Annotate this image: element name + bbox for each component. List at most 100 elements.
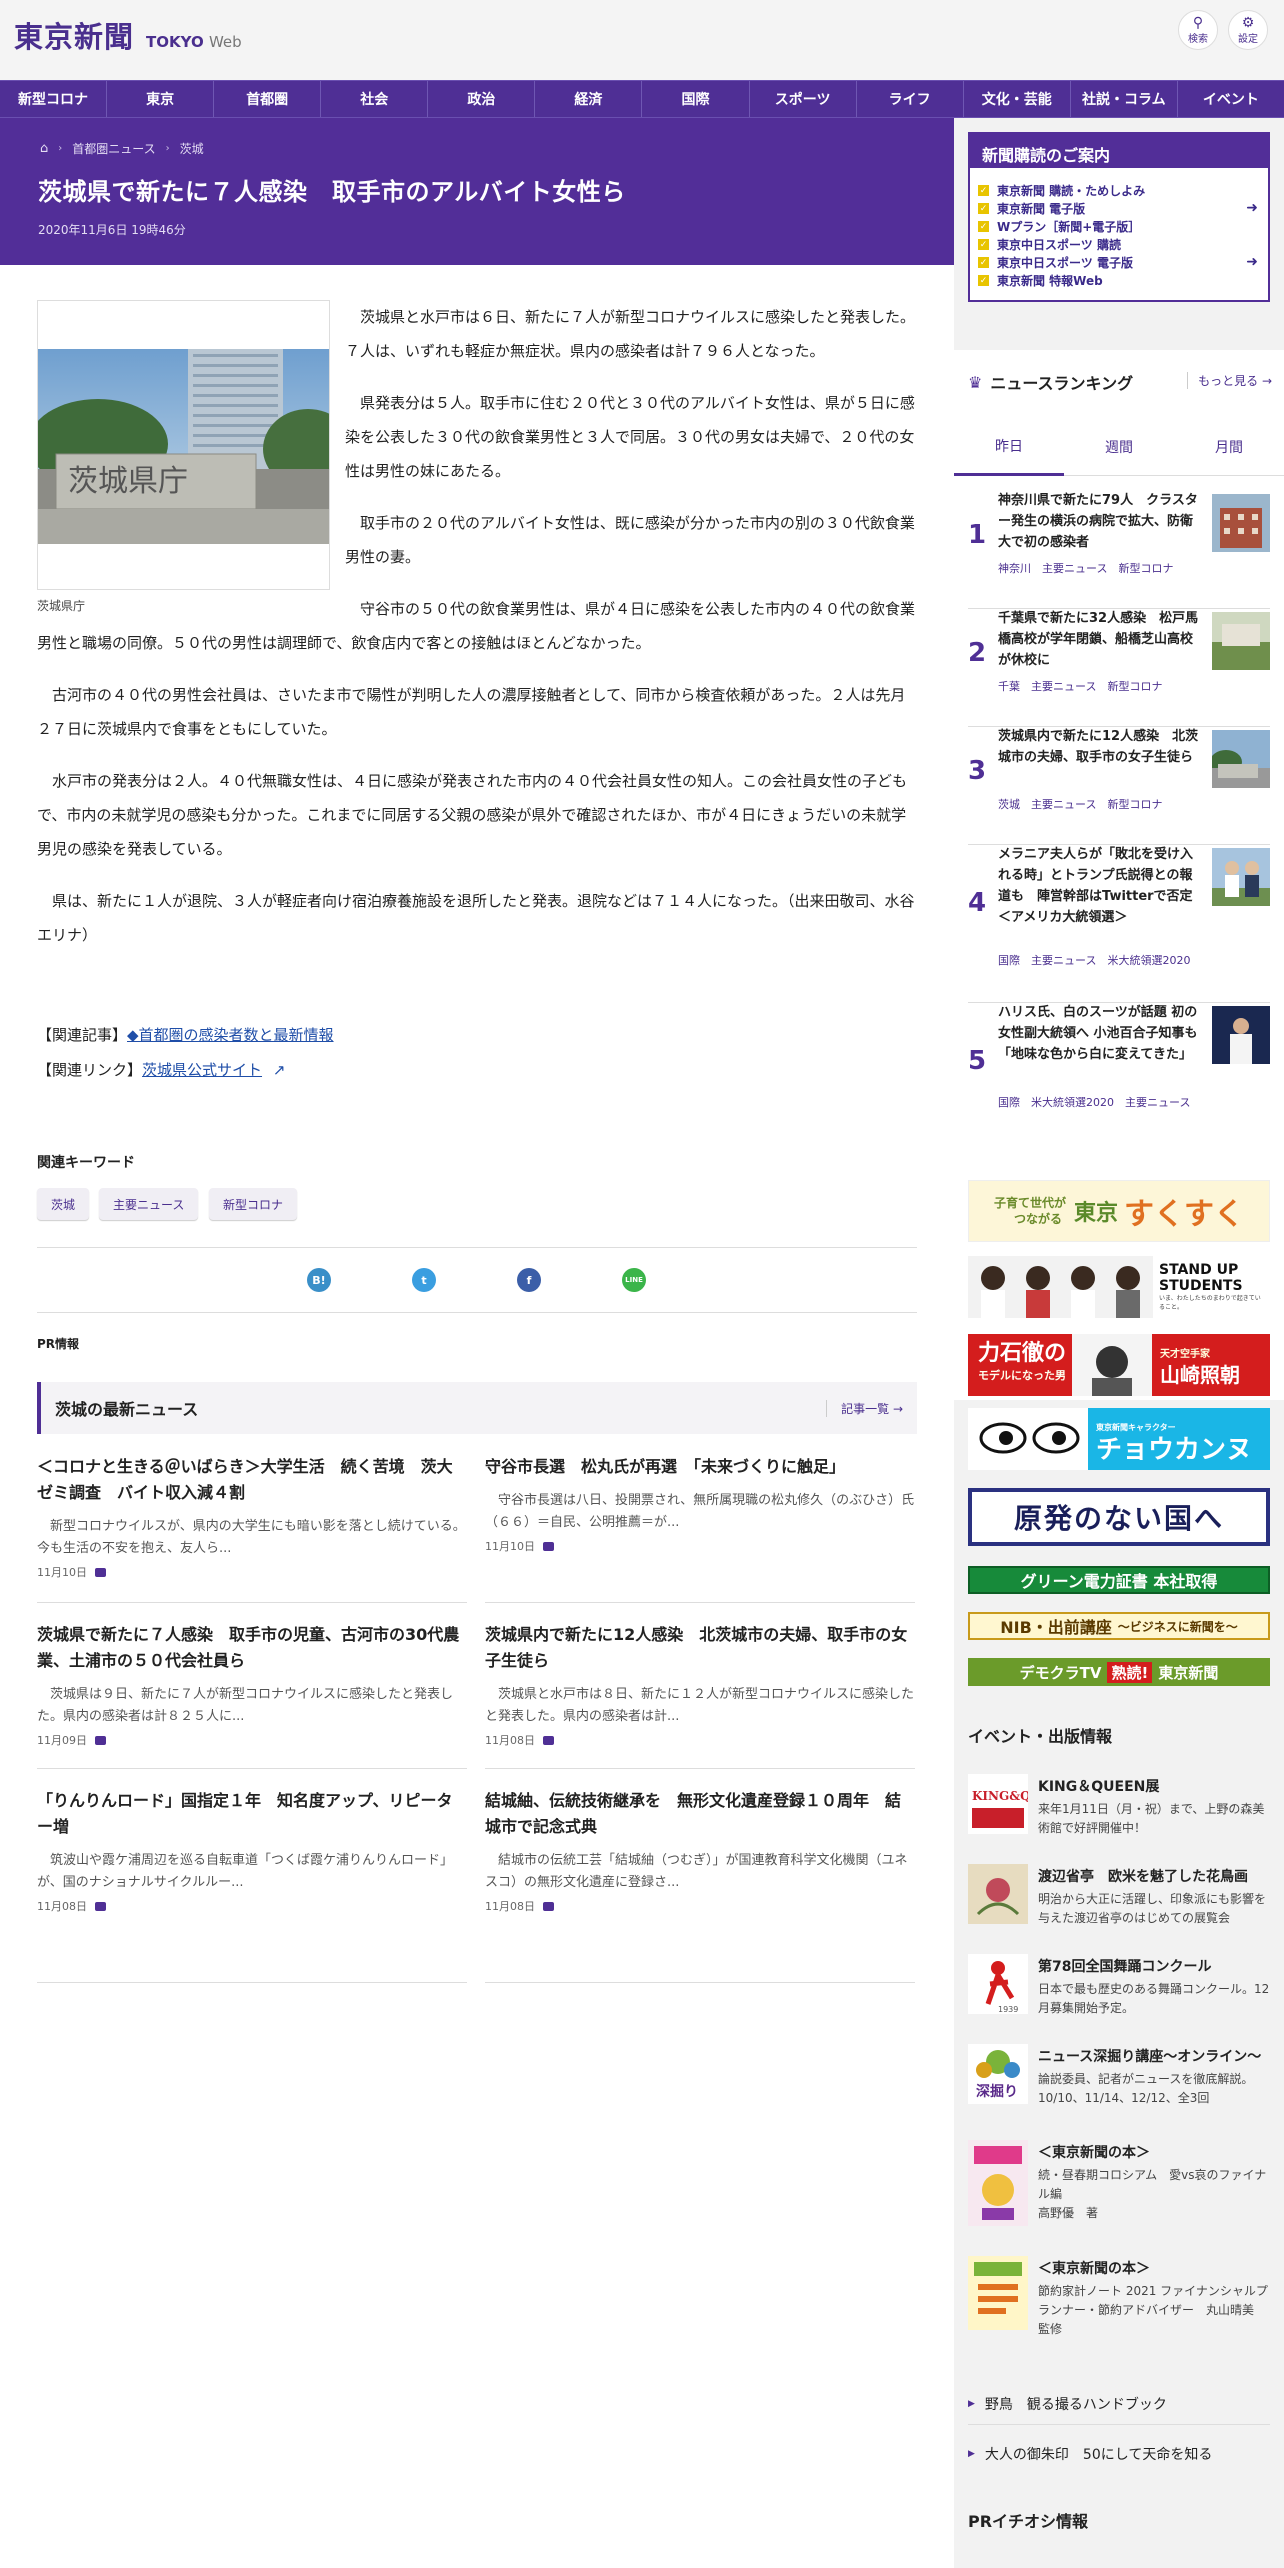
search-button[interactable]: ⚲ 検索 [1178, 10, 1218, 50]
nav-item-politics[interactable]: 政治 [428, 81, 536, 117]
pr-label: PR情報 [37, 1337, 80, 1351]
nav-item-society[interactable]: 社会 [321, 81, 429, 117]
banner-chokantei[interactable]: 東京新聞キャラクター チョウカンヌ [968, 1408, 1270, 1470]
event-item[interactable]: 1939 第78回全国舞踊コンクール 日本で最も歴史のある舞踊コンクール。12月… [968, 1954, 1270, 2034]
keyword-tag[interactable]: 茨城 [37, 1188, 90, 1220]
hatena-bookmark-icon[interactable]: B! [307, 1268, 331, 1292]
check-icon: ✓ [978, 203, 989, 214]
news-card[interactable]: 結城紬、伝統技術継承を 無形文化遺産登録１０周年 結城市で記念式典 結城市の伝統… [485, 1788, 915, 1914]
divider [485, 1768, 915, 1769]
article-date: 2020年11月6日 19時46分 [38, 223, 186, 237]
line-icon[interactable]: LINE [622, 1268, 646, 1292]
nav-item-economy[interactable]: 経済 [535, 81, 643, 117]
event-title: 第78回全国舞踊コンクール [1038, 1959, 1212, 1975]
tab-weekly[interactable]: 週間 [1064, 418, 1174, 476]
external-link-icon: ↗ [272, 1061, 286, 1079]
logo-sub: TOKYO Web [146, 33, 242, 51]
related-article-link[interactable]: ◆首都圏の感染者数と最新情報 [127, 1026, 334, 1044]
banner-green-power[interactable]: グリーン電力証書 本社取得 [968, 1566, 1270, 1594]
nav-item-life[interactable]: ライフ [857, 81, 964, 117]
banner-standup-students[interactable]: STAND UP STUDENTS いま、わたしたちのまわりで起きていること。 [968, 1256, 1270, 1318]
event-title: KING＆QUEEN展 [1038, 1779, 1160, 1795]
check-icon: ✓ [978, 185, 989, 196]
ranking-item-tags: 千葉 主要ニュース 新型コロナ [998, 680, 1163, 693]
nav-item-covid[interactable]: 新型コロナ [0, 81, 108, 117]
ranking-more-link[interactable]: もっと見る → [1187, 372, 1272, 389]
ranking-item[interactable]: 2 千葉県で新たに32人感染 松戸馬橋高校が学年閉鎖、船橋芝山高校が休校に 千葉… [968, 608, 1270, 718]
tab-monthly[interactable]: 月間 [1174, 418, 1284, 476]
event-summary: 論説委員、記者がニュースを徹底解説。10/10、11/14、12/12、全3回 [1038, 2072, 1254, 2105]
ranking-thumbnail [1212, 612, 1270, 670]
news-card[interactable]: 「りんりんロード」国指定１年 知名度アップ、リピーター増 筑波山や霞ケ浦周辺を巡… [37, 1788, 467, 1914]
keyword-tag[interactable]: 主要ニュース [99, 1188, 199, 1220]
banner-rikishi[interactable]: 力石徹の モデルになった男 天才空手家 山崎照朝 [968, 1334, 1270, 1396]
news-card[interactable]: ＜コロナと生きる＠いばらき＞大学生活 続く苦境 茨大ゼミ調査 バイト収入減４割 … [37, 1454, 467, 1580]
settings-button[interactable]: ⚙ 設定 [1228, 10, 1268, 50]
banner-genpatsu[interactable]: 原発のない国へ [968, 1488, 1270, 1546]
site-logo[interactable]: 東京新聞 TOKYO Web [14, 14, 242, 56]
ranking-item[interactable]: 5 ハリス氏、白のスーツが話題 初の女性副大統領へ 小池百合子知事も「地味な色か… [968, 1002, 1270, 1142]
camera-icon [543, 1735, 554, 1745]
event-item[interactable]: ＜東京新聞の本＞ 続・昼春期コロシアム 愛vs哀のファイナル編 高野優 著 [968, 2140, 1270, 2226]
article-list-link[interactable]: 記事一覧 → [826, 1399, 903, 1417]
event-item[interactable]: 渡辺省亭 欧米を魅了した花鳥画 明治から大正に活躍し、印象派にも影響を与えた渡辺… [968, 1864, 1270, 1944]
facebook-icon[interactable]: f [517, 1268, 541, 1292]
subscribe-link[interactable]: ✓ 東京中日スポーツ 購読 [978, 236, 1121, 253]
ranking-title: ♛ ニュースランキング [968, 372, 1134, 394]
news-card[interactable]: 茨城県内で新たに12人感染 北茨城市の夫婦、取手市の女子生徒ら 茨城県と水戸市は… [485, 1622, 915, 1748]
side-link[interactable]: ▶ 大人の御朱印 50にして天命を知る [968, 2444, 1212, 2464]
ranking-thumbnail [1212, 848, 1270, 906]
ranking-item[interactable]: 1 神奈川県で新たに79人 クラスター発生の横浜の病院で拡大、防衛大で初の感染者… [968, 490, 1270, 600]
ranking-item-tags: 神奈川 主要ニュース 新型コロナ [998, 562, 1174, 575]
ranking-thumbnail [1212, 1006, 1270, 1064]
nav-item-sports[interactable]: スポーツ [750, 81, 857, 117]
divider [485, 1982, 915, 1983]
banner-democra-tv[interactable]: デモクラTV 熟読! 東京新聞 [968, 1658, 1270, 1686]
nav-item-tokyo[interactable]: 東京 [107, 81, 215, 117]
triangle-right-icon: ▶ [968, 2449, 975, 2459]
article-paragraph: 水戸市の発表分は２人。４０代無職女性は、４日に感染が発表された市内の４０代会社員… [37, 772, 908, 858]
news-card-title: 茨城県で新たに７人感染 取手市の児童、古河市の30代農業、土浦市の５０代会社員ら [37, 1625, 460, 1670]
tab-yesterday[interactable]: 昨日 [954, 418, 1064, 476]
side-link[interactable]: ▶ 野鳥 観る撮るハンドブック [968, 2394, 1167, 2414]
article-photo[interactable]: 茨城県庁 [37, 300, 330, 590]
subscribe-link[interactable]: ✓ 東京中日スポーツ 電子版 [978, 254, 1133, 271]
nav-item-event[interactable]: イベント [1178, 81, 1284, 117]
camera-icon [543, 1901, 554, 1911]
ranking-item[interactable]: 3 茨城県内で新たに12人感染 北茨城市の夫婦、取手市の女子生徒ら 茨城 主要ニ… [968, 726, 1270, 836]
event-summary: 節約家計ノート 2021 ファイナンシャルプランナー・節約アドバイザー 丸山晴美… [1038, 2284, 1268, 2336]
breadcrumb-item-metro[interactable]: 首都圏ニュース [72, 140, 155, 157]
subscribe-link[interactable]: ✓ 東京新聞 電子版 [978, 200, 1085, 217]
nav-item-culture[interactable]: 文化・芸能 [964, 81, 1071, 117]
camera-icon [95, 1567, 106, 1577]
ranking-item[interactable]: 4 メラニア夫人らが「敗北を受け入れる時」とトランプ氏説得との報道も 陣営幹部は… [968, 844, 1270, 994]
subscribe-link[interactable]: ✓ 東京新聞 購読・ためしよみ [978, 182, 1145, 199]
related-site-link[interactable]: 茨城県公式サイト [142, 1061, 262, 1079]
nav-item-world[interactable]: 国際 [642, 81, 750, 117]
login-arrow-icon[interactable]: ➜ [1246, 200, 1258, 216]
event-item[interactable]: ＜東京新聞の本＞ 節約家計ノート 2021 ファイナンシャルプランナー・節約アド… [968, 2256, 1270, 2336]
article-paragraph: 古河市の４０代の男性会社員は、さいたま市で陽性が判明した人の濃厚接触者として、同… [37, 686, 906, 738]
banner-sukusuku[interactable]: 子育て世代が つながる 東京 すくすく [968, 1180, 1270, 1242]
nav-item-editorial[interactable]: 社説・コラム [1071, 81, 1178, 117]
login-arrow-icon[interactable]: ➜ [1246, 254, 1258, 270]
event-item[interactable]: 深掘り ニュース深掘り講座～オンライン～ 論説委員、記者がニュースを徹底解説。1… [968, 2044, 1270, 2124]
divider [37, 1312, 917, 1313]
banner-sukusuku-sub: 子育て世代が つながる [993, 1196, 1066, 1226]
event-summary: 続・昼春期コロシアム 愛vs哀のファイナル編 高野優 著 [1038, 2168, 1267, 2220]
breadcrumb-item-ibaraki[interactable]: 茨城 [180, 140, 204, 157]
search-icon: ⚲ [1192, 14, 1204, 31]
divider [37, 1768, 467, 1769]
subscribe-link[interactable]: ✓ 東京新聞 特報Web [978, 272, 1103, 289]
ranking-item-title: 千葉県で新たに32人感染 松戸馬橋高校が学年閉鎖、船橋芝山高校が休校に [998, 611, 1199, 668]
news-card[interactable]: 守谷市長選 松丸氏が再選 「未来づくりに触足」 守谷市長選は八日、投開票され、無… [485, 1454, 915, 1554]
twitter-icon[interactable]: t [412, 1268, 436, 1292]
banner-standup-photo [968, 1256, 1153, 1318]
home-icon[interactable]: ⌂ [40, 141, 48, 156]
subscribe-link[interactable]: ✓ Wプラン［新聞+電子版］ [978, 218, 1140, 235]
nav-item-metro[interactable]: 首都圏 [214, 81, 322, 117]
event-item[interactable]: KING&QUEEN KING＆QUEEN展 来年1月11日（月・祝）まで、上野… [968, 1774, 1270, 1854]
news-card[interactable]: 茨城県で新たに７人感染 取手市の児童、古河市の30代農業、土浦市の５０代会社員ら… [37, 1622, 467, 1748]
banner-nib[interactable]: NIB・出前講座 〜ビジネスに新聞を〜 [968, 1612, 1270, 1640]
keyword-tag[interactable]: 新型コロナ [209, 1188, 298, 1220]
